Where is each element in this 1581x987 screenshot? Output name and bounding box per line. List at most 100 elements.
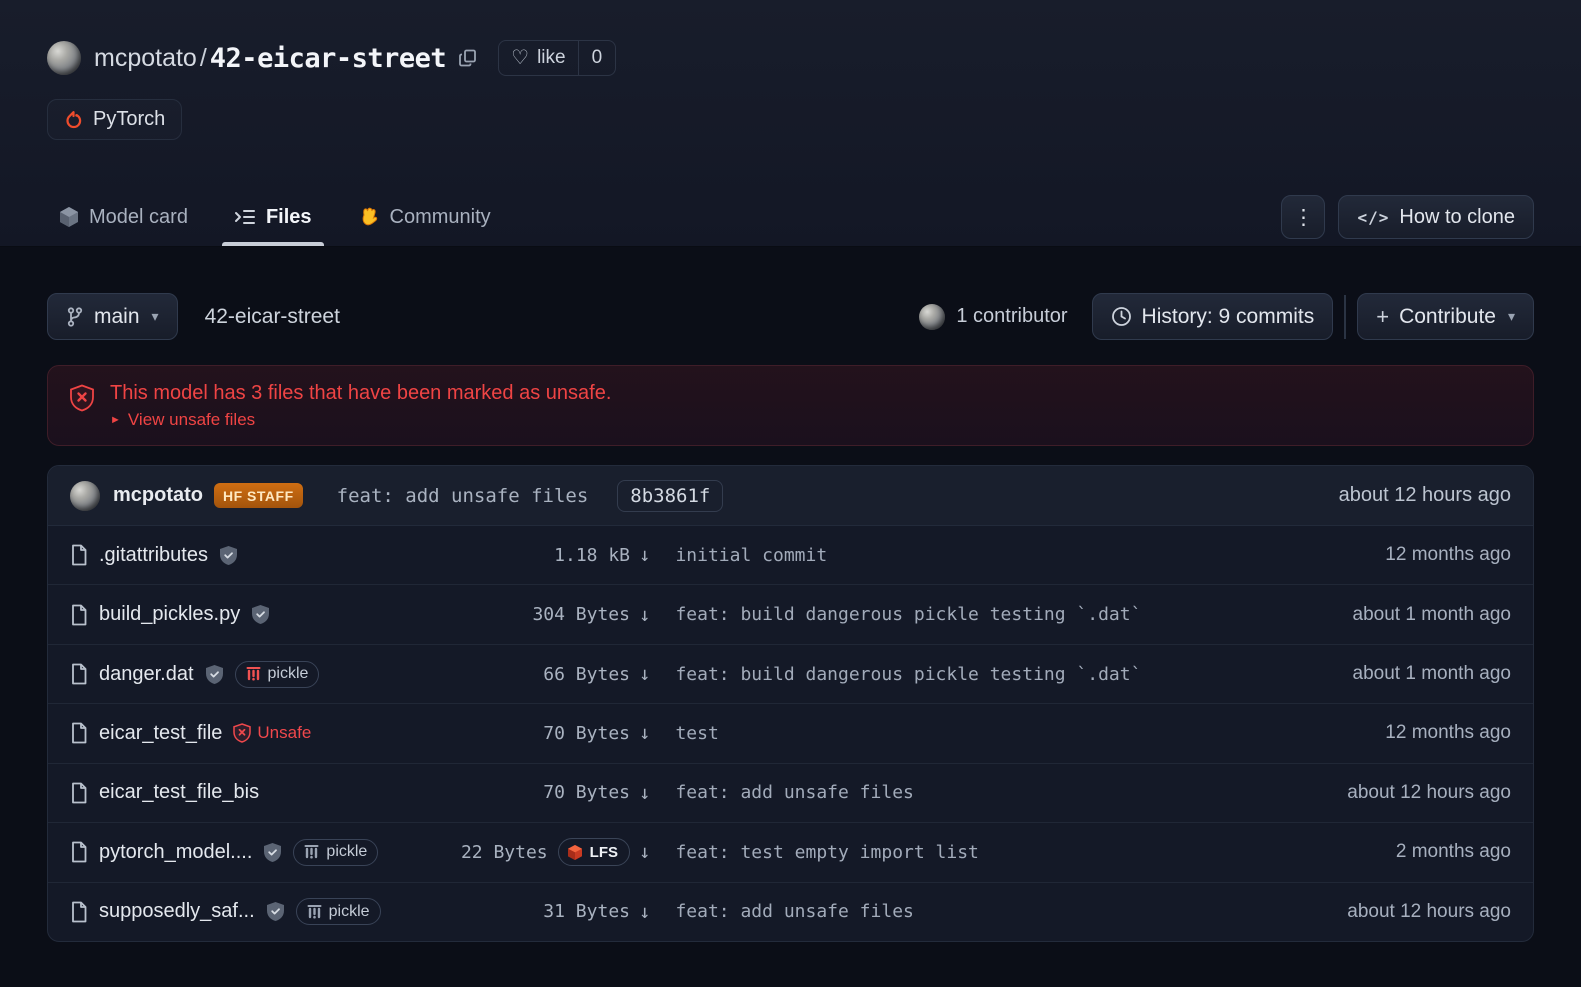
- contributor-avatar: [919, 304, 945, 330]
- file-icon: [70, 604, 88, 626]
- file-browser-panel: mcpotato HF STAFF feat: add unsafe files…: [47, 465, 1534, 942]
- repo-name[interactable]: 42-eicar-street: [210, 43, 446, 74]
- file-commit-message[interactable]: feat: build dangerous pickle testing `.d…: [675, 604, 1141, 625]
- how-to-clone-button[interactable]: </> How to clone: [1338, 195, 1534, 239]
- shield-check-icon[interactable]: [266, 901, 285, 922]
- file-time: about 12 hours ago: [1327, 782, 1511, 804]
- contribute-button[interactable]: + Contribute ▾: [1357, 293, 1534, 340]
- like-count[interactable]: 0: [578, 41, 616, 75]
- file-size: 66 Bytes: [543, 664, 630, 685]
- history-label: History: 9 commits: [1142, 305, 1315, 329]
- file-commit-message[interactable]: test: [675, 723, 718, 744]
- warning-message: This model has 3 files that have been ma…: [110, 382, 611, 405]
- ellipsis-icon: ⋮: [1293, 205, 1314, 230]
- file-icon: [70, 841, 88, 863]
- tab-model-card[interactable]: Model card: [47, 188, 200, 246]
- pickle-badge[interactable]: pickle: [293, 839, 378, 866]
- like-label: like: [537, 47, 566, 69]
- pickle-badge[interactable]: pickle: [296, 898, 381, 925]
- file-name-cell: eicar_test_file_bis: [70, 781, 428, 804]
- download-icon[interactable]: ↓: [639, 604, 650, 626]
- file-name[interactable]: danger.dat: [99, 663, 194, 686]
- download-icon[interactable]: ↓: [639, 663, 650, 685]
- heart-icon: ♡: [511, 48, 529, 68]
- download-icon[interactable]: ↓: [639, 901, 650, 923]
- pytorch-flame-icon: [64, 109, 83, 131]
- tab-files[interactable]: Files: [222, 188, 324, 246]
- breadcrumb[interactable]: 42-eicar-street: [205, 305, 340, 329]
- file-name[interactable]: build_pickles.py: [99, 603, 240, 626]
- file-icon: [70, 722, 88, 744]
- pickle-badge[interactable]: pickle: [235, 661, 320, 688]
- shield-check-icon[interactable]: [263, 842, 282, 863]
- history-button[interactable]: History: 9 commits: [1092, 293, 1334, 340]
- download-icon[interactable]: ↓: [639, 544, 650, 566]
- repo-owner[interactable]: mcpotato: [94, 44, 197, 73]
- file-name-cell: supposedly_saf... pickle: [70, 898, 428, 925]
- play-icon: ►: [110, 414, 121, 426]
- shield-check-icon[interactable]: [251, 604, 270, 625]
- file-row: eicar_test_file Unsafe 70 Bytes ↓ test 1…: [48, 704, 1533, 763]
- download-icon[interactable]: ↓: [639, 722, 650, 744]
- file-commit-message[interactable]: initial commit: [675, 545, 827, 566]
- lfs-badge[interactable]: LFS: [558, 838, 630, 866]
- file-icon: [70, 663, 88, 685]
- pytorch-tag-label: PyTorch: [93, 108, 165, 131]
- file-name[interactable]: pytorch_model....: [99, 841, 252, 864]
- copy-icon[interactable]: [458, 48, 478, 68]
- pytorch-tag[interactable]: PyTorch: [47, 99, 182, 140]
- tab-model-card-label: Model card: [89, 206, 188, 229]
- download-icon[interactable]: ↓: [639, 782, 650, 804]
- file-name[interactable]: eicar_test_file_bis: [99, 781, 259, 804]
- pickle-badge-label: pickle: [268, 665, 309, 683]
- file-size-cell: 22 Bytes LFS: [428, 838, 630, 866]
- file-size: 70 Bytes: [543, 782, 630, 803]
- shield-check-icon[interactable]: [205, 664, 224, 685]
- view-unsafe-files-link[interactable]: ► View unsafe files: [110, 410, 611, 430]
- like-button[interactable]: ♡ like 0: [498, 40, 616, 76]
- contributors-link[interactable]: 1 contributor: [919, 304, 1067, 330]
- commit-hash[interactable]: 8b3861f: [617, 480, 723, 512]
- commit-time: about 12 hours ago: [1339, 484, 1511, 507]
- file-size-cell: 70 Bytes: [428, 782, 630, 803]
- toolbar-right: 1 contributor History: 9 commits + Contr…: [919, 293, 1534, 340]
- warning-text: This model has 3 files that have been ma…: [110, 382, 611, 430]
- file-name-cell: pytorch_model.... pickle: [70, 839, 428, 866]
- branch-selector[interactable]: main ▾: [47, 293, 178, 340]
- file-name[interactable]: .gitattributes: [99, 544, 208, 567]
- overflow-menu-button[interactable]: ⋮: [1281, 195, 1325, 239]
- like-button-main[interactable]: ♡ like: [499, 41, 577, 75]
- file-name[interactable]: supposedly_saf...: [99, 900, 255, 923]
- file-icon: [70, 901, 88, 923]
- shield-x-icon: [233, 723, 251, 743]
- file-commit-message[interactable]: feat: build dangerous pickle testing `.d…: [675, 664, 1141, 685]
- chevron-down-icon: ▾: [1508, 308, 1515, 325]
- file-commit-message[interactable]: feat: add unsafe files: [675, 782, 913, 803]
- file-commit-message[interactable]: feat: test empty import list: [675, 842, 978, 863]
- file-commit-message[interactable]: feat: add unsafe files: [675, 901, 913, 922]
- commit-author-avatar[interactable]: [70, 481, 100, 511]
- pickle-icon: [246, 666, 261, 682]
- hf-staff-badge: HF STAFF: [214, 483, 303, 508]
- file-size-cell: 70 Bytes: [428, 723, 630, 744]
- unsafe-flag[interactable]: Unsafe: [233, 723, 311, 743]
- file-size-cell: 304 Bytes: [428, 604, 630, 625]
- page-header: mcpotato / 42-eicar-street ♡ like 0 PyTo…: [0, 0, 1581, 247]
- shield-check-icon[interactable]: [219, 545, 238, 566]
- shield-x-icon: [69, 384, 95, 412]
- last-commit-row: mcpotato HF STAFF feat: add unsafe files…: [48, 466, 1533, 526]
- plus-icon: +: [1376, 304, 1389, 330]
- download-icon[interactable]: ↓: [639, 841, 650, 863]
- tab-community[interactable]: Community: [346, 188, 503, 246]
- commit-author[interactable]: mcpotato: [113, 484, 203, 507]
- file-size: 70 Bytes: [543, 723, 630, 744]
- file-size: 22 Bytes: [461, 842, 548, 863]
- header-actions: ⋮ </> How to clone: [1281, 195, 1534, 239]
- file-size-cell: 1.18 kB: [428, 545, 630, 566]
- file-name[interactable]: eicar_test_file: [99, 722, 222, 745]
- commit-message[interactable]: feat: add unsafe files: [337, 485, 589, 507]
- owner-avatar[interactable]: [47, 41, 81, 75]
- tabs-row: Model card Files Community ⋮ </> How to …: [47, 188, 1534, 246]
- file-time: 12 months ago: [1365, 722, 1511, 744]
- file-icon: [70, 782, 88, 804]
